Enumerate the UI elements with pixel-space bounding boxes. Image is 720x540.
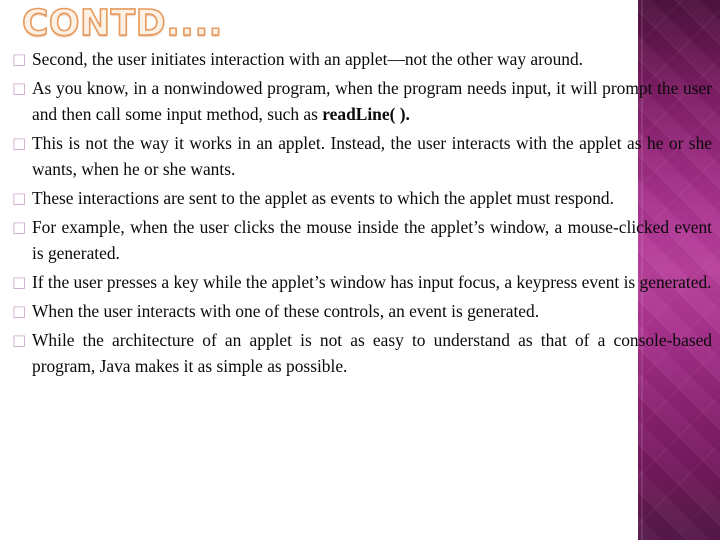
list-item: □ Second, the user initiates interaction…: [0, 46, 720, 72]
list-item: □ When the user interacts with one of th…: [0, 298, 720, 324]
list-item: □ While the architecture of an applet is…: [0, 327, 720, 379]
square-bullet-icon: □: [12, 302, 27, 320]
square-bullet-icon: □: [12, 50, 27, 68]
bullet-text-3: This is not the way it works in an apple…: [32, 133, 712, 179]
slide-title-container: CONTD....: [21, 1, 223, 47]
bullet-text-1: Second, the user initiates interaction w…: [32, 49, 584, 69]
square-bullet-icon: □: [12, 134, 27, 152]
bullet-text-7: When the user interacts with one of thes…: [32, 301, 540, 321]
list-item: □ These interactions are sent to the app…: [0, 185, 720, 211]
list-item: □ For example, when the user clicks the …: [0, 214, 720, 266]
bullet-text-5: For example, when the user clicks the mo…: [32, 217, 712, 263]
list-item: □ This is not the way it works in an app…: [0, 130, 720, 182]
square-bullet-icon: □: [12, 218, 27, 236]
bullet-text-2: As you know, in a nonwindowed program, w…: [32, 75, 712, 127]
bullet-list: □ Second, the user initiates interaction…: [0, 46, 720, 382]
slide-canvas: CONTD.... □ Second, the user initiates i…: [0, 0, 720, 540]
square-bullet-icon: □: [12, 79, 27, 97]
bullet-text-6: If the user presses a key while the appl…: [32, 272, 712, 292]
bullet-text-2-code: readLine( ).: [322, 104, 410, 124]
bullet-text-8: While the architecture of an applet is n…: [32, 330, 712, 376]
square-bullet-icon: □: [12, 189, 27, 207]
list-item: □ If the user presses a key while the ap…: [0, 269, 720, 295]
square-bullet-icon: □: [12, 273, 27, 291]
square-bullet-icon: □: [12, 331, 27, 349]
slide-title: CONTD....: [21, 3, 223, 44]
bullet-text-4: These interactions are sent to the apple…: [32, 188, 614, 208]
list-item: □ As you know, in a nonwindowed program,…: [0, 75, 720, 127]
